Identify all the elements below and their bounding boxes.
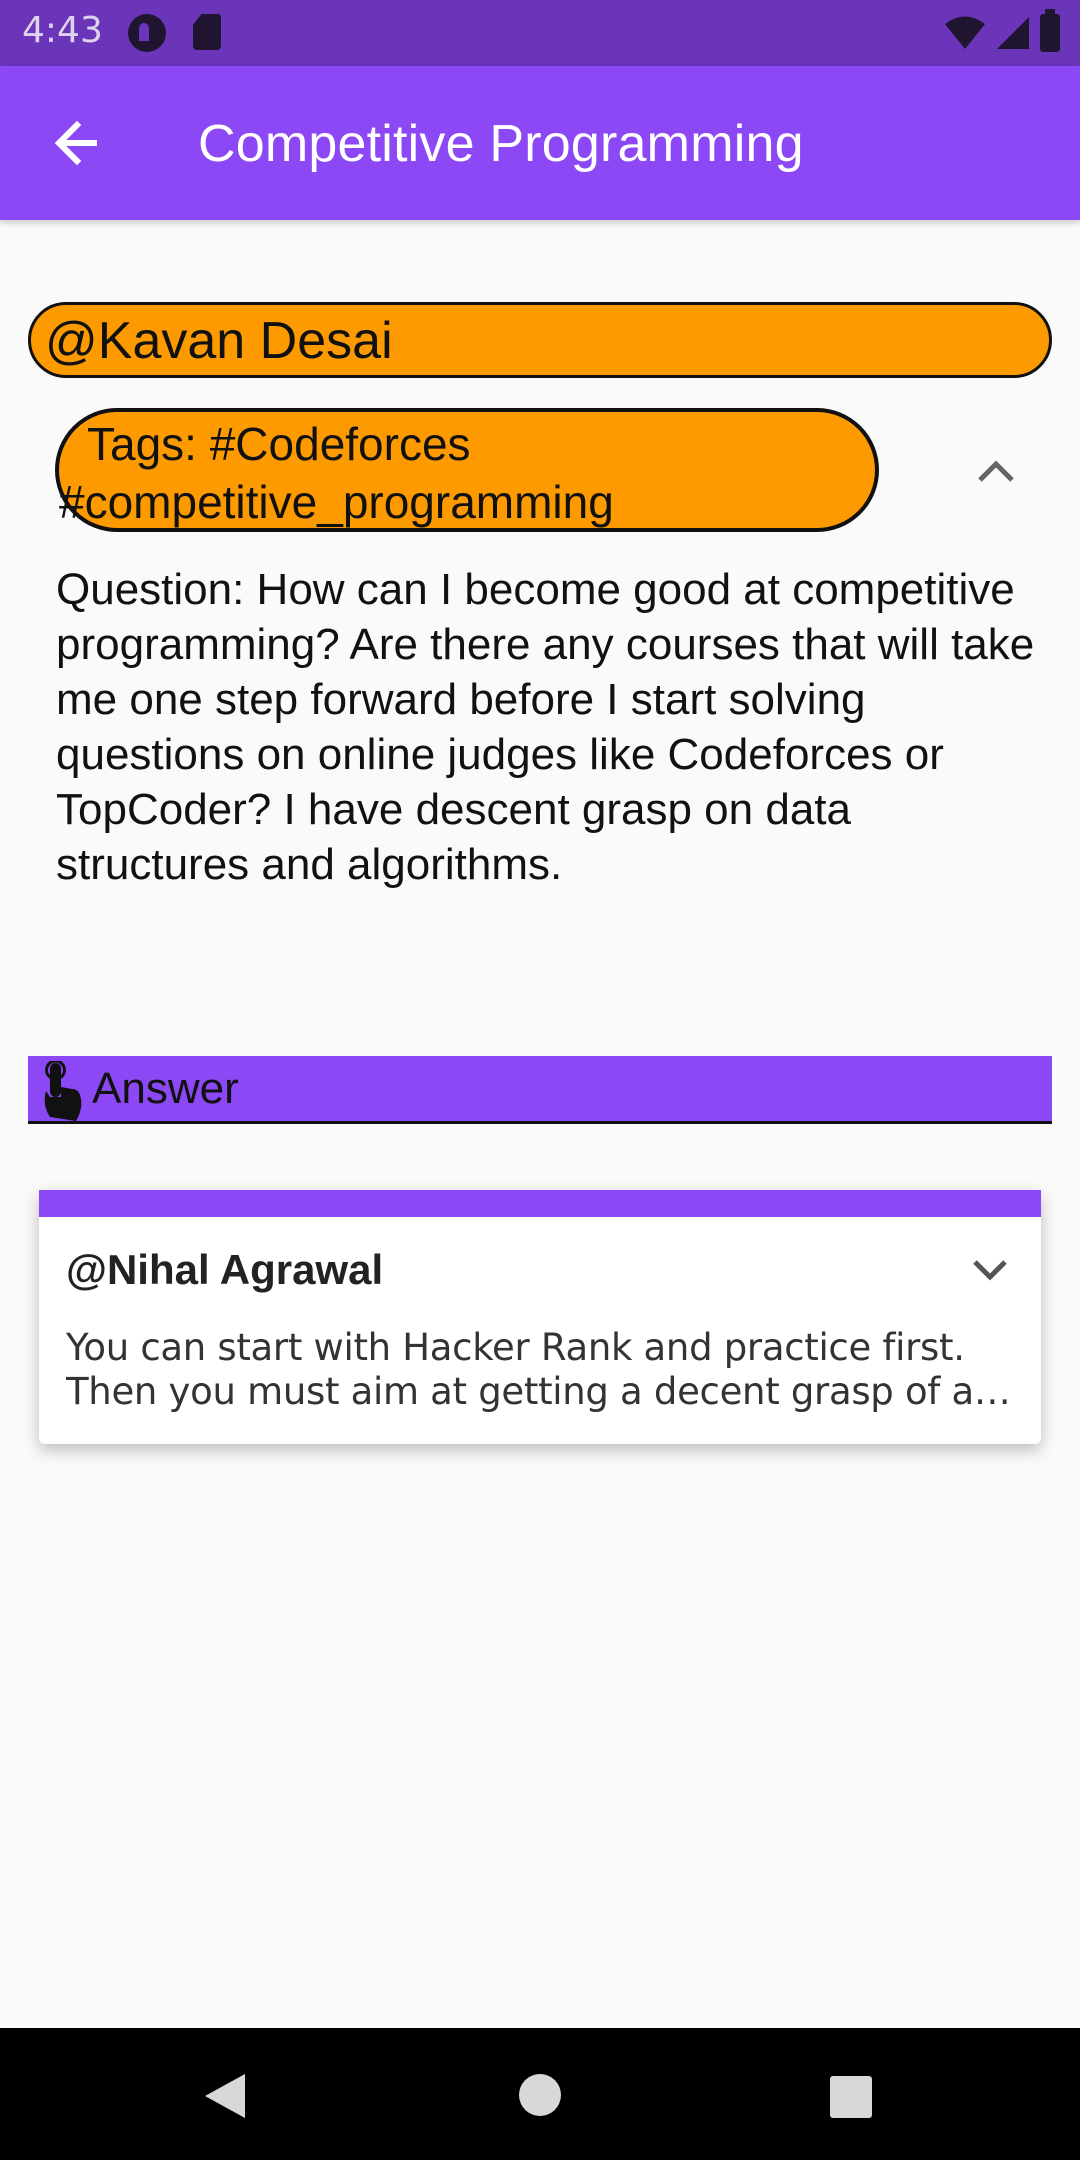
tags-line-1: Tags: #Codeforces xyxy=(87,418,471,470)
status-time: 4:43 xyxy=(22,10,103,51)
tags-badge: Tags: #Codeforces #competitive_programmi… xyxy=(55,408,879,532)
page-title: Competitive Programming xyxy=(198,115,804,173)
notification-app-icon xyxy=(128,14,166,52)
status-indicators xyxy=(944,9,1060,52)
tags-line-2: #competitive_programming xyxy=(59,476,614,528)
answer-author: @Nihal Agrawal xyxy=(66,1246,384,1293)
sd-card-icon xyxy=(193,14,221,50)
touch-hand-icon xyxy=(44,1060,82,1121)
back-button[interactable] xyxy=(40,106,114,180)
nav-back-icon[interactable] xyxy=(203,2072,247,2120)
nav-recents-icon[interactable] xyxy=(830,2076,872,2118)
system-nav-bar xyxy=(0,2028,1080,2160)
chevron-up-icon[interactable] xyxy=(972,450,1020,490)
status-bar: 4:43 xyxy=(0,0,1080,66)
question-author-badge: @Kavan Desai xyxy=(28,302,1052,378)
chevron-down-icon[interactable] xyxy=(969,1252,1011,1286)
answer-card-accent xyxy=(39,1190,1041,1217)
arrow-left-icon xyxy=(54,121,97,165)
answer-text: You can start with Hacker Rank and pract… xyxy=(66,1326,994,1413)
nav-home-icon[interactable] xyxy=(519,2074,561,2116)
question-text: Question: How can I become good at compe… xyxy=(56,565,1035,889)
wifi-icon xyxy=(945,16,985,49)
answer-button-label: Answer xyxy=(92,1063,239,1113)
answer-button[interactable]: Answer xyxy=(28,1056,1052,1124)
app-bar: Competitive Programming xyxy=(0,66,1080,220)
cell-signal-icon xyxy=(997,17,1029,49)
battery-icon xyxy=(1040,9,1060,52)
answer-card[interactable]: @Nihal Agrawal You can start with Hacker… xyxy=(39,1190,1041,1444)
